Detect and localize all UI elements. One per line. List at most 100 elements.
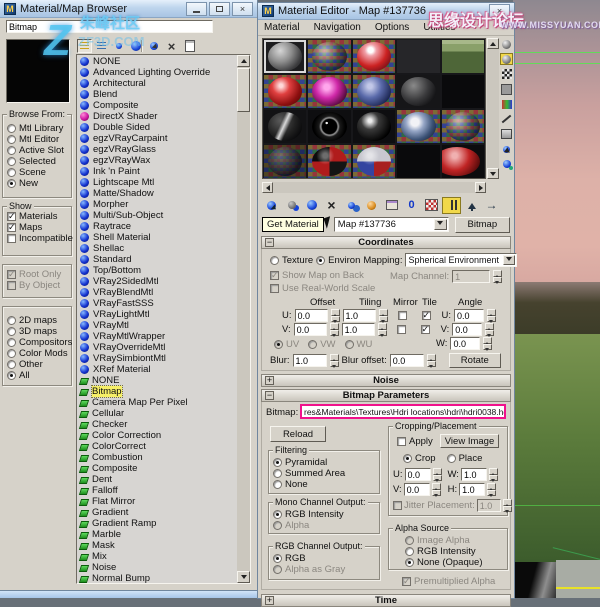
- material-map-navigator-icon[interactable]: [500, 158, 513, 170]
- list-item[interactable]: Composite: [77, 463, 237, 474]
- sample-slot[interactable]: [396, 39, 440, 74]
- sample-slot[interactable]: [263, 74, 307, 109]
- crop-u-field[interactable]: [405, 468, 431, 481]
- list-item[interactable]: Shellac: [77, 243, 237, 254]
- flag-checkbox[interactable]: By Object: [7, 280, 69, 291]
- list-item[interactable]: Blend: [77, 89, 237, 100]
- list-item[interactable]: Combustion: [77, 452, 237, 463]
- w-angle-field[interactable]: [450, 337, 480, 350]
- list-item[interactable]: Dent: [77, 474, 237, 485]
- dropdown-arrow-icon[interactable]: [434, 219, 447, 230]
- sample-slot[interactable]: [441, 74, 485, 109]
- u-tile-checkbox[interactable]: [422, 311, 431, 320]
- v-angle-field[interactable]: [452, 323, 482, 336]
- go-forward-to-sibling-icon[interactable]: [482, 197, 501, 214]
- slots-vertical-scrollbar[interactable]: [487, 38, 499, 179]
- list-item[interactable]: Falloff: [77, 485, 237, 496]
- list-item[interactable]: Color Correction: [77, 430, 237, 441]
- mono-output-radio[interactable]: Alpha: [273, 520, 377, 531]
- map-filter-radio[interactable]: Color Mods: [7, 348, 69, 359]
- update-scene-materials-icon[interactable]: [146, 39, 161, 53]
- sample-slot[interactable]: [263, 144, 307, 179]
- put-material-to-scene-icon[interactable]: [282, 197, 301, 214]
- scroll-down-button[interactable]: [237, 571, 250, 583]
- list-item[interactable]: VRayBlendMtl: [77, 287, 237, 298]
- browse-from-radio[interactable]: Mtl Editor: [7, 134, 69, 145]
- list-scrollbar[interactable]: [237, 55, 250, 583]
- view-small-icons-icon[interactable]: [111, 39, 126, 53]
- list-item[interactable]: Double Sided: [77, 122, 237, 133]
- list-item[interactable]: NONE: [77, 56, 237, 67]
- u-angle-field[interactable]: [454, 309, 484, 322]
- list-item[interactable]: egzVRayGlass: [77, 144, 237, 155]
- alpha-source-radio[interactable]: Image Alpha: [405, 535, 505, 546]
- filtering-radio[interactable]: Summed Area: [273, 468, 377, 479]
- list-item[interactable]: Morpher: [77, 199, 237, 210]
- alpha-source-radio[interactable]: RGB Intensity: [405, 546, 505, 557]
- expand-icon[interactable]: +: [265, 596, 274, 605]
- list-item[interactable]: ColorCorrect: [77, 441, 237, 452]
- video-color-check-icon[interactable]: [500, 98, 513, 110]
- map-channel-field[interactable]: [452, 270, 490, 283]
- browse-from-radio[interactable]: Mtl Library: [7, 123, 69, 134]
- list-item[interactable]: egzVRayCarpaint: [77, 133, 237, 144]
- scroll-up-button[interactable]: [237, 55, 250, 67]
- rgb-output-radio[interactable]: RGB: [273, 553, 377, 564]
- rgb-output-radio[interactable]: Alpha as Gray: [273, 564, 377, 575]
- editor-titlebar[interactable]: M Material Editor - Map #137736 ×: [258, 3, 514, 20]
- menu-item[interactable]: Navigation: [314, 22, 361, 33]
- blur-offset-field[interactable]: [390, 354, 424, 367]
- clear-material-library-icon[interactable]: [182, 39, 197, 53]
- material-type-button[interactable]: Bitmap: [455, 217, 510, 233]
- go-to-parent-icon[interactable]: [462, 197, 481, 214]
- material-editor-options-icon[interactable]: [500, 128, 513, 140]
- sample-slot[interactable]: [441, 109, 485, 144]
- make-material-copy-icon[interactable]: [342, 197, 361, 214]
- list-item[interactable]: Checker: [77, 419, 237, 430]
- menu-item[interactable]: Material: [264, 22, 300, 33]
- sample-slot[interactable]: [307, 74, 351, 109]
- browser-titlebar[interactable]: M Material/Map Browser ×: [0, 0, 257, 18]
- list-item[interactable]: Gradient Ramp: [77, 518, 237, 529]
- v-tiling-field[interactable]: [342, 323, 375, 336]
- list-item[interactable]: Normal Bump: [77, 573, 237, 583]
- sample-slot[interactable]: [263, 109, 307, 144]
- list-item[interactable]: VRaySimbiontMtl: [77, 353, 237, 364]
- browse-from-radio[interactable]: Active Slot: [7, 145, 69, 156]
- sample-slot[interactable]: [307, 144, 351, 179]
- list-item[interactable]: VRayLightMtl: [77, 309, 237, 320]
- list-item[interactable]: Standard: [77, 254, 237, 265]
- vw-radio[interactable]: [308, 340, 317, 349]
- place-radio[interactable]: [447, 454, 456, 463]
- scrollbar-thumb[interactable]: [237, 68, 250, 112]
- scroll-up-button[interactable]: [487, 38, 499, 49]
- reload-button[interactable]: Reload: [270, 426, 326, 442]
- flag-checkbox[interactable]: Root Only: [7, 269, 69, 280]
- collapse-icon[interactable]: −: [265, 238, 274, 247]
- list-item[interactable]: Gradient: [77, 507, 237, 518]
- close-button[interactable]: ×: [232, 2, 253, 16]
- view-list-plus-icons-icon[interactable]: [94, 39, 109, 53]
- list-item[interactable]: VRayMtlWrapper: [77, 331, 237, 342]
- u-tiling-field[interactable]: [343, 309, 376, 322]
- show-checkbox[interactable]: Materials: [7, 211, 69, 222]
- alpha-source-radio[interactable]: None (Opaque): [405, 557, 505, 568]
- assign-material-to-selection-icon[interactable]: [302, 197, 321, 214]
- show-end-result-icon[interactable]: [442, 197, 461, 214]
- map-filter-radio[interactable]: Other: [7, 359, 69, 370]
- list-item[interactable]: Noise: [77, 562, 237, 573]
- map-filter-radio[interactable]: 3D maps: [7, 326, 69, 337]
- background-icon[interactable]: [500, 68, 513, 80]
- material-id-channel-icon[interactable]: [402, 197, 421, 214]
- map-filter-radio[interactable]: 2D maps: [7, 315, 69, 326]
- sample-slot[interactable]: [396, 109, 440, 144]
- rotate-button[interactable]: Rotate: [449, 353, 501, 368]
- close-button[interactable]: ×: [489, 4, 510, 18]
- material-name-field[interactable]: [6, 20, 213, 33]
- list-item[interactable]: Matte/Shadow: [77, 188, 237, 199]
- list-item[interactable]: Mix: [77, 551, 237, 562]
- list-item[interactable]: Camera Map Per Pixel: [77, 397, 237, 408]
- map-channel-spinner[interactable]: [493, 270, 502, 283]
- show-map-in-viewport-icon[interactable]: [422, 197, 441, 214]
- time-rollout-header[interactable]: + Time: [261, 594, 511, 607]
